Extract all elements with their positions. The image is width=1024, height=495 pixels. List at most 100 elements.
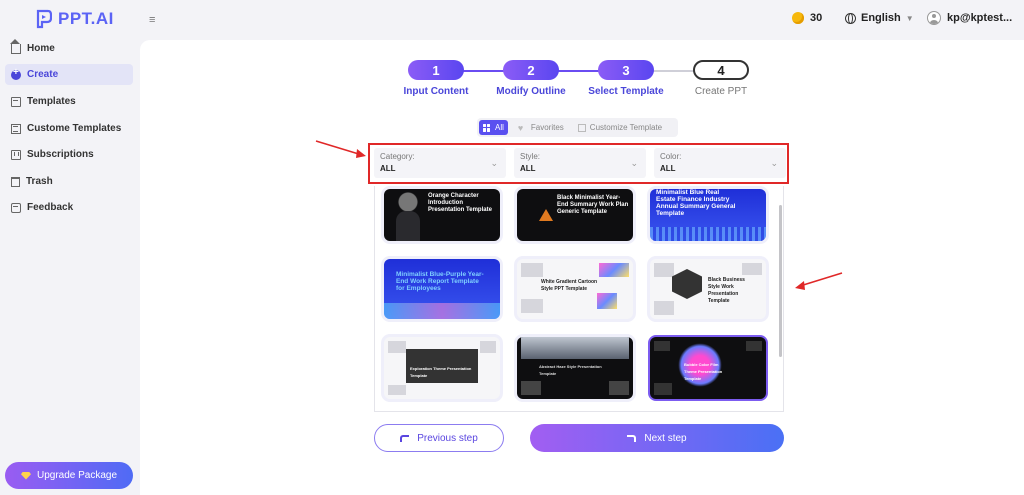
template-grid-scrollbar[interactable] <box>779 205 782 357</box>
sidebar-item-label: Subscriptions <box>27 149 94 160</box>
tab-label: Customize Template <box>589 123 663 132</box>
language-label: English <box>861 12 901 24</box>
template-title: Black Minimalist Year-End Summary Work P… <box>557 195 629 215</box>
annotation-arrow-icon <box>795 272 843 290</box>
tab-favorites[interactable]: ♥ Favorites <box>514 120 568 135</box>
chevron-down-icon: ⌄ <box>490 158 498 168</box>
city-graphic <box>650 227 766 241</box>
sidebar: Home Create Templates Custome Templates … <box>0 36 140 495</box>
logo[interactable]: PPT.AI <box>36 9 114 29</box>
coin-balance: 30 <box>792 12 822 24</box>
slide-thumbnail <box>521 299 543 313</box>
avatar-icon <box>927 11 941 25</box>
template-card-selected[interactable]: Bubble Color Film Theme Presentation Tem… <box>650 337 766 399</box>
step-1-label: Input Content <box>403 86 469 97</box>
wave-graphic <box>384 303 500 319</box>
template-title: Minimalist Blue-Purple Year-End Work Rep… <box>396 271 484 292</box>
upgrade-label: Upgrade Package <box>36 470 118 481</box>
sidebar-item-label: Trash <box>26 176 53 187</box>
portrait-thumbnail <box>394 189 422 241</box>
chevron-down-icon: ▼ <box>905 13 914 23</box>
slide-thumbnail <box>654 301 674 315</box>
slide-thumbnail <box>388 385 406 395</box>
template-card[interactable]: Exploration Theme Presentation Template <box>384 337 500 399</box>
template-card[interactable]: Black Business Style Work Presentation T… <box>650 259 766 319</box>
tab-customize-template[interactable]: Customize Template <box>574 120 666 135</box>
style-select[interactable]: Style: ALL ⌄ <box>514 148 646 178</box>
slide-thumbnail <box>609 381 629 395</box>
subscriptions-icon <box>11 149 21 160</box>
slide-thumbnail <box>521 381 541 395</box>
slide-thumbnail <box>521 263 543 277</box>
feedback-icon <box>11 202 21 213</box>
style-value: ALL <box>520 164 536 173</box>
forward-arrow-icon <box>627 434 637 442</box>
category-value: ALL <box>380 164 396 173</box>
slide-thumbnail <box>388 341 406 353</box>
create-icon <box>11 67 21 80</box>
sidebar-item-trash[interactable]: Trash <box>5 171 133 192</box>
sidebar-item-label: Create <box>27 69 59 80</box>
chevron-down-icon: ⌄ <box>630 158 638 168</box>
template-title: Exploration Theme Presentation Template <box>410 366 472 378</box>
templates-icon <box>11 96 21 107</box>
step-1-badge: 1 <box>408 60 464 80</box>
color-select[interactable]: Color: ALL ⌄ <box>654 148 786 178</box>
template-title: Minimalist Blue Real Estate Finance Indu… <box>656 189 736 217</box>
template-title: Orange Character Introduction Presentati… <box>428 193 492 213</box>
triangle-graphic <box>539 209 553 221</box>
coin-icon <box>792 12 804 24</box>
template-card[interactable]: White Gradient Cartoon Style PPT Templat… <box>517 259 633 319</box>
slide-thumbnail <box>654 263 674 277</box>
user-menu[interactable]: kp@kptest... <box>927 11 1012 25</box>
template-source-tabs: All ♥ Favorites Customize Template <box>477 118 678 137</box>
diamond-icon <box>20 471 31 480</box>
template-title: Black Business Style Work Presentation T… <box>708 277 745 304</box>
template-card[interactable]: Minimalist Blue Real Estate Finance Indu… <box>650 189 766 241</box>
mountain-graphic <box>521 337 629 359</box>
previous-step-button[interactable]: Previous step <box>374 424 504 452</box>
template-card[interactable]: Black Minimalist Year-End Summary Work P… <box>517 189 633 241</box>
sidebar-item-label: Custome Templates <box>27 123 122 134</box>
next-step-button[interactable]: Next step <box>530 424 784 452</box>
previous-step-label: Previous step <box>417 432 478 444</box>
app-name: PPT.AI <box>58 9 114 28</box>
custom-templates-icon <box>11 123 21 134</box>
sidebar-item-home[interactable]: Home <box>5 38 133 59</box>
template-card[interactable]: Orange Character Introduction Presentati… <box>384 189 500 241</box>
sidebar-item-label: Home <box>27 43 55 54</box>
slide-thumbnail <box>654 383 672 395</box>
step-4-badge: 4 <box>693 60 749 80</box>
sidebar-item-subscriptions[interactable]: Subscriptions <box>5 144 133 165</box>
customize-icon <box>577 123 586 132</box>
globe-icon <box>845 12 856 24</box>
sidebar-item-label: Templates <box>27 96 76 107</box>
step-3-label: Select Template <box>588 86 664 97</box>
heart-icon: ♥ <box>517 122 524 133</box>
template-title: Abstract Haze Style Presentation Templat… <box>539 364 602 376</box>
tab-all[interactable]: All <box>479 120 508 135</box>
next-step-label: Next step <box>644 432 687 444</box>
language-selector[interactable]: English ▼ <box>845 12 914 24</box>
step-2-label: Modify Outline <box>496 86 566 97</box>
slide-thumbnail <box>654 341 670 351</box>
template-title: Bubble Color Film Theme Presentation Tem… <box>684 362 723 381</box>
slide-thumbnail <box>480 341 496 353</box>
tab-label: All <box>495 123 504 132</box>
category-select[interactable]: Category: ALL ⌄ <box>374 148 506 178</box>
sidebar-item-create[interactable]: Create <box>5 64 133 85</box>
style-label: Style: <box>520 152 541 161</box>
upgrade-package-button[interactable]: Upgrade Package <box>5 462 133 489</box>
tab-label: Favorites <box>530 123 564 132</box>
chevron-down-icon: ⌄ <box>770 158 778 168</box>
category-label: Category: <box>380 152 415 161</box>
collapse-sidebar-icon[interactable]: ≡ <box>149 14 161 26</box>
sidebar-item-custome-templates[interactable]: Custome Templates <box>5 118 133 139</box>
sidebar-item-label: Feedback <box>27 202 74 213</box>
template-card[interactable]: Minimalist Blue-Purple Year-End Work Rep… <box>384 259 500 319</box>
sidebar-item-templates[interactable]: Templates <box>5 91 133 112</box>
template-card[interactable]: Abstract Haze Style Presentation Templat… <box>517 337 633 399</box>
slide-thumbnail <box>742 263 762 275</box>
sidebar-item-feedback[interactable]: Feedback <box>5 197 133 218</box>
top-bar: PPT.AI ≡ 30 English ▼ kp@kptest... <box>0 0 1024 40</box>
